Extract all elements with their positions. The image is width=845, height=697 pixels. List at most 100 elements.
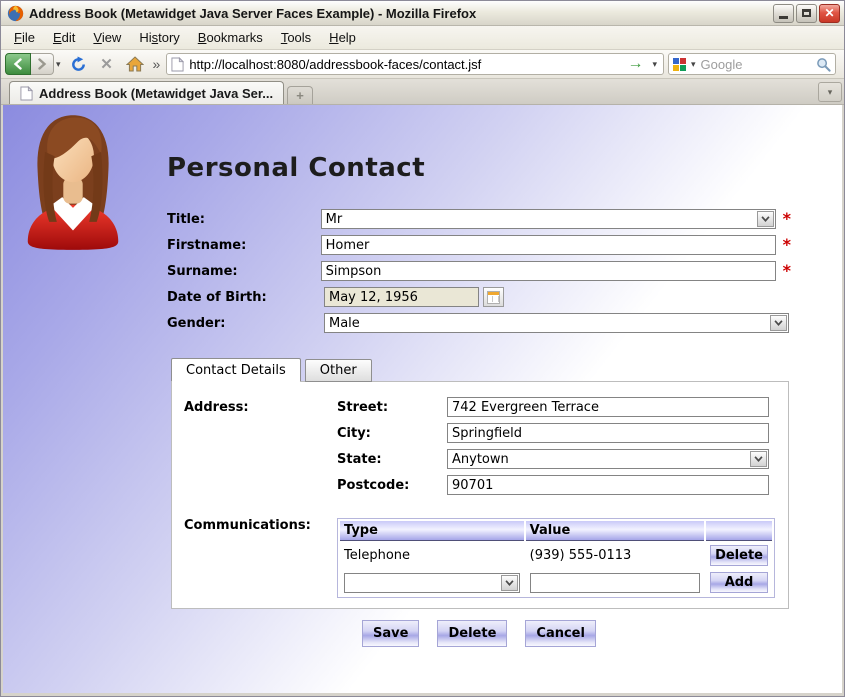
browser-window: Address Book (Metawidget Java Server Fac… [0, 0, 845, 697]
delete-row-button[interactable]: Delete [710, 545, 768, 566]
page-content: Personal Contact Title: Mr * Firstname: … [1, 105, 844, 696]
stop-button[interactable]: ✕ [95, 52, 119, 76]
calendar-picker-button[interactable] [483, 287, 504, 307]
menu-bar: File Edit View History Bookmarks Tools H… [1, 26, 844, 50]
window-title: Address Book (Metawidget Java Server Fac… [29, 6, 773, 21]
chevron-down-icon: ▾ [828, 87, 833, 98]
tab-other[interactable]: Other [305, 359, 372, 382]
minimize-button[interactable] [773, 4, 794, 23]
required-marker: * [783, 263, 791, 279]
close-button[interactable]: ✕ [819, 4, 840, 23]
contact-tabset: Contact Details Other Address: Street: C… [171, 359, 789, 609]
date-of-birth-label: Date of Birth: [167, 290, 324, 305]
menu-view[interactable]: View [84, 27, 130, 48]
type-column-header: Type [340, 521, 524, 541]
browser-tab-address-book[interactable]: Address Book (Metawidget Java Ser... [9, 81, 284, 104]
new-tab-button[interactable]: + [287, 86, 313, 104]
new-communication-value-input[interactable] [530, 573, 700, 593]
gender-select[interactable]: Male [324, 313, 789, 333]
home-button[interactable] [123, 52, 147, 76]
new-communication-type-select[interactable] [344, 573, 520, 593]
forward-button[interactable] [31, 53, 54, 75]
search-bar: ▾ [668, 53, 836, 75]
title-select-value: Mr [322, 212, 756, 227]
page-title: Personal Contact [167, 153, 791, 183]
surname-input[interactable] [321, 261, 776, 281]
communications-section-label: Communications: [184, 515, 337, 598]
firstname-label: Firstname: [167, 238, 321, 253]
surname-label: Surname: [167, 264, 321, 279]
page-icon [171, 57, 184, 72]
firstname-input[interactable] [321, 235, 776, 255]
city-input[interactable] [447, 423, 769, 443]
postcode-input[interactable] [447, 475, 769, 495]
stop-icon: ✕ [100, 55, 113, 73]
title-label: Title: [167, 212, 321, 227]
menu-file[interactable]: File [5, 27, 44, 48]
back-icon [13, 58, 23, 70]
search-input[interactable] [701, 57, 813, 72]
tab-contact-details[interactable]: Contact Details [171, 358, 301, 382]
plus-icon: + [296, 88, 304, 103]
reload-icon [70, 56, 87, 73]
delete-button[interactable]: Delete [437, 620, 507, 647]
reload-button[interactable] [67, 52, 91, 76]
table-row: Telephone (939) 555-0113 Delete [340, 543, 772, 568]
gender-label: Gender: [167, 316, 324, 331]
state-label: State: [337, 452, 447, 467]
chevron-down-icon[interactable] [770, 315, 787, 331]
url-bar: → ▾ [166, 53, 664, 75]
communications-table: Type Value Telephone (939) 555-0113 Dele… [337, 518, 775, 598]
calendar-icon [487, 291, 500, 304]
save-button[interactable]: Save [362, 620, 419, 647]
google-engine-icon [673, 58, 686, 71]
state-select-value: Anytown [448, 452, 749, 467]
maximize-button[interactable] [796, 4, 817, 23]
chevron-down-icon[interactable] [501, 575, 518, 591]
menu-help[interactable]: Help [320, 27, 365, 48]
navigation-toolbar: ▾ ✕ » → ▾ ▾ [1, 50, 844, 79]
required-marker: * [783, 237, 791, 253]
firefox-icon [7, 5, 24, 22]
communication-value-cell: (939) 555-0113 [526, 543, 704, 568]
close-icon: ✕ [824, 6, 834, 20]
menu-edit[interactable]: Edit [44, 27, 84, 48]
search-icon[interactable] [816, 57, 831, 72]
value-column-header: Value [526, 521, 704, 541]
menu-bookmarks[interactable]: Bookmarks [189, 27, 272, 48]
maximize-icon [802, 9, 811, 17]
go-button[interactable]: → [625, 56, 645, 72]
menu-tools[interactable]: Tools [272, 27, 320, 48]
home-icon [126, 56, 144, 72]
url-dropdown-button[interactable]: ▾ [650, 59, 659, 70]
toolbar-overflow-button[interactable]: » [151, 56, 163, 72]
street-label: Street: [337, 400, 447, 415]
state-select[interactable]: Anytown [447, 449, 769, 469]
forward-icon [37, 58, 47, 70]
chevron-down-icon[interactable] [750, 451, 767, 467]
url-input[interactable] [189, 57, 620, 72]
menu-history[interactable]: History [130, 27, 188, 48]
gender-select-value: Male [325, 316, 769, 331]
action-column-header [706, 521, 772, 541]
search-engine-dropdown-button[interactable]: ▾ [689, 59, 698, 70]
list-all-tabs-button[interactable]: ▾ [818, 82, 842, 102]
title-select[interactable]: Mr [321, 209, 776, 229]
cancel-button[interactable]: Cancel [525, 620, 596, 647]
postcode-label: Postcode: [337, 478, 447, 493]
woman-avatar [19, 111, 127, 251]
chevron-down-icon[interactable] [757, 211, 774, 227]
add-row-button[interactable]: Add [710, 572, 768, 593]
tab-title: Address Book (Metawidget Java Ser... [39, 86, 273, 101]
city-label: City: [337, 426, 447, 441]
back-button[interactable] [5, 53, 31, 75]
title-bar[interactable]: Address Book (Metawidget Java Server Fac… [1, 1, 844, 26]
address-section-label: Address: [184, 397, 337, 501]
page-icon [20, 86, 33, 101]
street-input[interactable] [447, 397, 769, 417]
date-of-birth-input[interactable] [324, 287, 479, 307]
history-dropdown-button[interactable]: ▾ [54, 59, 63, 70]
contact-details-panel: Address: Street: City: State: [171, 381, 789, 609]
communication-type-cell: Telephone [340, 543, 524, 568]
table-new-row: Add [340, 570, 772, 595]
